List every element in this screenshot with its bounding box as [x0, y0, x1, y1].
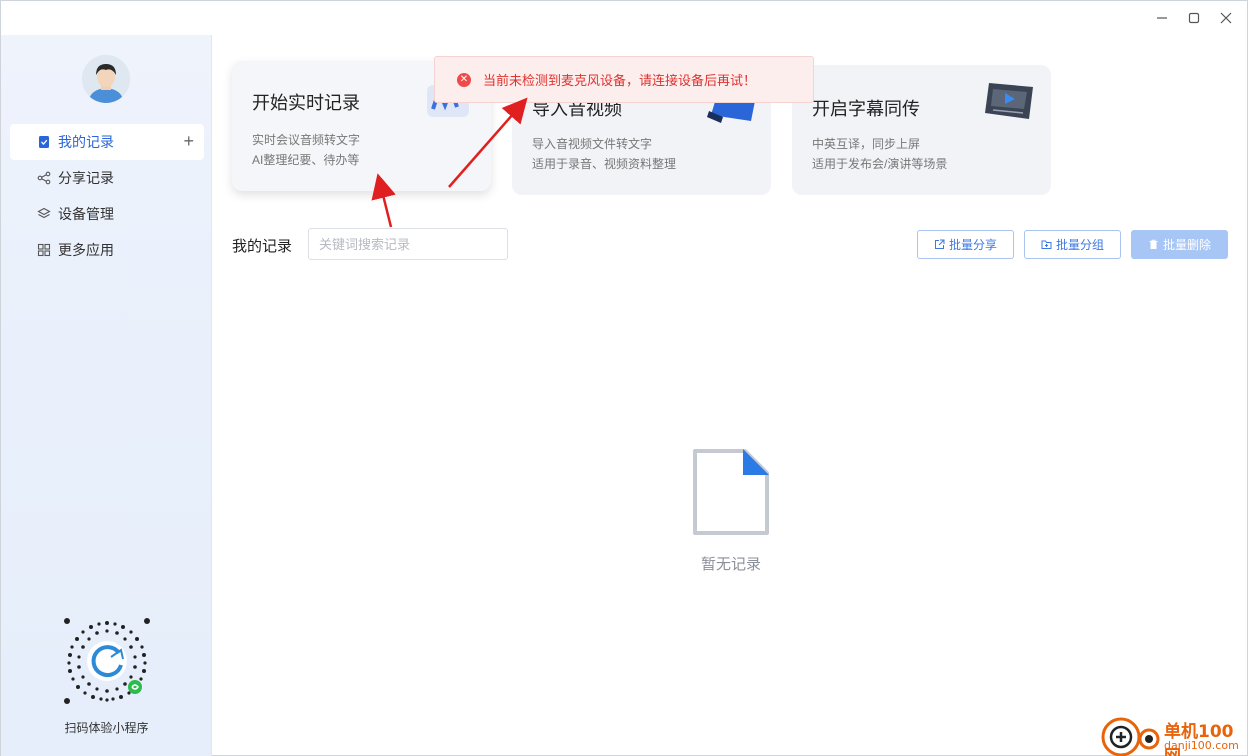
card-desc: 适用于录音、视频资料整理 — [532, 157, 677, 171]
window-controls — [1149, 7, 1239, 29]
card-desc: 适用于发布会/演讲等场景 — [812, 157, 948, 171]
doc-check-icon — [39, 136, 49, 148]
empty-document-icon — [693, 449, 769, 535]
title-bar — [1, 1, 1247, 35]
close-button[interactable] — [1213, 7, 1239, 29]
card-desc: 中英互译，同步上屏 — [812, 137, 921, 151]
error-circle-icon: ✕ — [457, 72, 471, 87]
batch-delete-label: 批量删除 — [1162, 238, 1211, 252]
batch-share-button[interactable]: 批量分享 — [917, 230, 1014, 259]
batch-share-label: 批量分享 — [948, 238, 997, 252]
add-record-button[interactable]: + — [183, 131, 194, 152]
user-avatar-icon — [82, 55, 130, 103]
share-icon — [37, 171, 51, 185]
card-desc: 实时会议音频转文字 — [252, 133, 361, 147]
card-desc: 导入音视频文件转文字 — [532, 137, 653, 151]
minimize-icon — [1157, 17, 1167, 19]
error-toast: ✕ 当前未检测到麦克风设备，请连接设备后再试！ — [434, 56, 814, 103]
maximize-icon — [1188, 12, 1200, 24]
batch-group-label: 批量分组 — [1055, 238, 1104, 252]
mini-program-qr-code — [64, 618, 150, 704]
card-desc: AI整理纪要、待办等 — [252, 153, 360, 167]
avatar[interactable] — [82, 55, 130, 103]
search-input[interactable] — [308, 228, 508, 260]
folder-icon — [1041, 240, 1052, 249]
maximize-button[interactable] — [1181, 7, 1207, 29]
sidebar: 我的记录 + 分享记录 设备管理 更多应用 扫码体验小程序 — [1, 35, 212, 756]
subtitle-screen-illustration-icon — [985, 83, 1033, 119]
grid-icon — [37, 243, 51, 257]
batch-delete-button[interactable]: 批量删除 — [1131, 230, 1228, 259]
trash-icon — [1149, 239, 1158, 249]
sidebar-item-label: 我的记录 — [58, 134, 114, 150]
close-icon — [1220, 12, 1232, 24]
sidebar-item-label: 设备管理 — [58, 206, 114, 222]
app-window: 我的记录 + 分享记录 设备管理 更多应用 扫码体验小程序 开始实时记录 实时会… — [0, 0, 1248, 756]
sidebar-item-device-management[interactable]: 设备管理 — [10, 196, 204, 232]
sidebar-item-more-apps[interactable]: 更多应用 — [10, 232, 204, 268]
empty-state-text: 暂无记录 — [700, 556, 761, 573]
sidebar-item-label: 更多应用 — [58, 242, 114, 258]
layers-icon — [37, 207, 51, 219]
minimize-button[interactable] — [1149, 7, 1175, 29]
sidebar-item-share-records[interactable]: 分享记录 — [10, 160, 204, 196]
card-title: 开启字幕同传 — [812, 99, 920, 119]
sidebar-item-label: 分享记录 — [58, 170, 114, 186]
card-live-subtitles[interactable]: 开启字幕同传 中英互译，同步上屏 适用于发布会/演讲等场景 — [792, 65, 1051, 195]
toast-message: 当前未检测到麦克风设备，请连接设备后再试！ — [483, 73, 757, 88]
sidebar-item-my-records[interactable]: 我的记录 + — [10, 124, 204, 160]
watermark-url: danji100.com — [1164, 739, 1239, 752]
share-out-icon — [934, 239, 945, 249]
qr-caption: 扫码体验小程序 — [64, 721, 149, 735]
records-section-title: 我的记录 — [232, 238, 293, 255]
batch-group-button[interactable]: 批量分组 — [1024, 230, 1121, 259]
card-title: 开始实时记录 — [252, 93, 360, 113]
